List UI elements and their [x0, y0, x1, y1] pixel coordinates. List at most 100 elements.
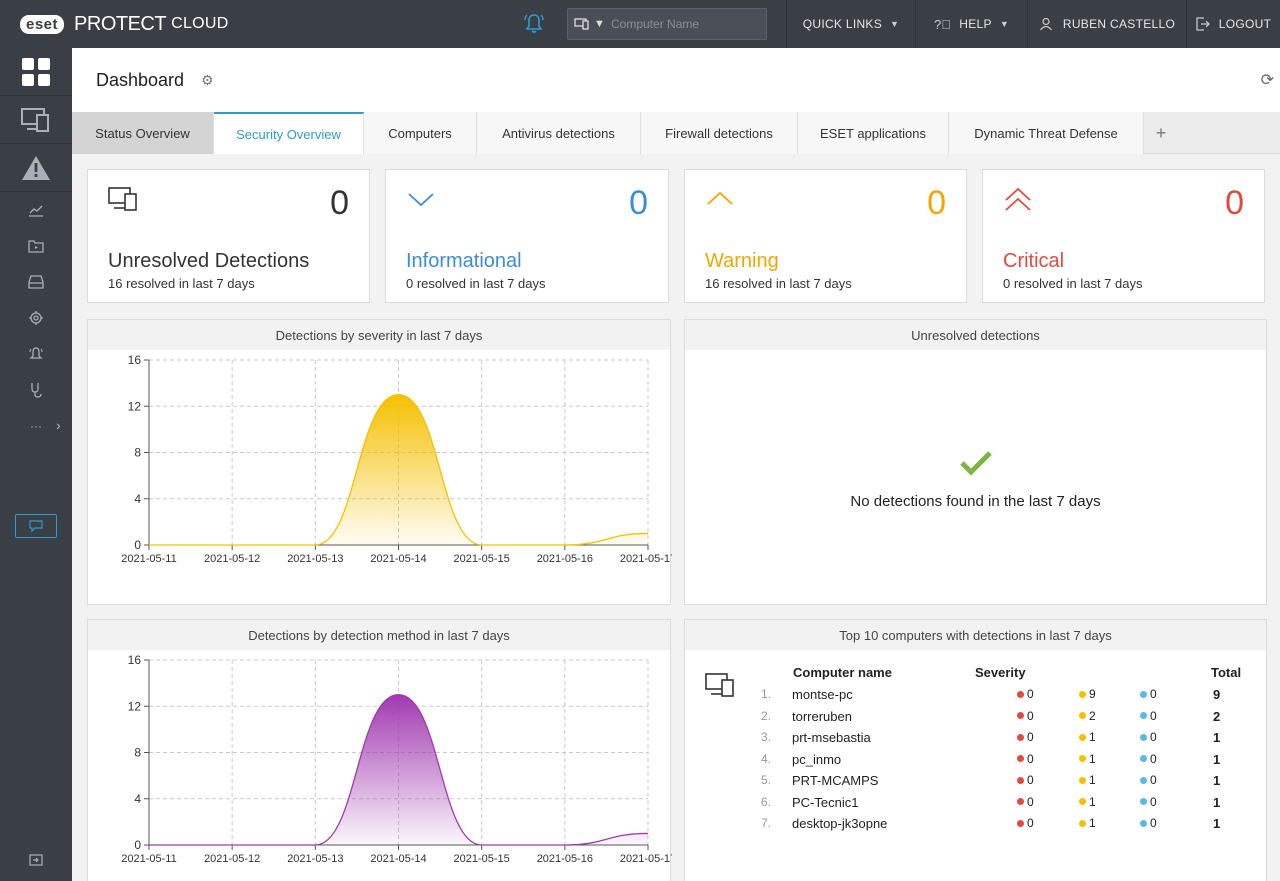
- kpi-informational[interactable]: 0 Informational 0 resolved in last 7 day…: [385, 169, 669, 303]
- tab-status-overview[interactable]: Status Overview: [72, 112, 214, 154]
- table-row[interactable]: 5. PRT-MCAMPS 0 1 0 1: [685, 773, 1266, 794]
- checkmark-icon: [959, 451, 992, 476]
- dashboard-tabs: Status Overview Security Overview Comput…: [72, 112, 1280, 154]
- tab-firewall-detections[interactable]: Firewall detections: [641, 112, 798, 154]
- tab-dynamic-threat-defense[interactable]: Dynamic Threat Defense: [949, 112, 1144, 154]
- chevron-up-icon: [707, 191, 733, 205]
- kpi-label: Unresolved Detections: [108, 250, 310, 272]
- table-row[interactable]: 1. montse-pc 0 9 0 9: [685, 687, 1266, 708]
- chevron-right-icon: ›: [56, 417, 61, 433]
- collapse-icon: [29, 854, 43, 866]
- severity-count: 0: [1150, 794, 1157, 809]
- row-number: 6.: [761, 794, 772, 809]
- x-tick-label: 2021-05-13: [287, 853, 343, 865]
- computer-icon: [574, 18, 589, 30]
- x-tick-label: 2021-05-15: [454, 553, 510, 565]
- severity-dot-icon: [1140, 755, 1147, 762]
- y-tick-label: 12: [128, 399, 142, 413]
- no-detections-message: No detections found in the last 7 days: [850, 493, 1101, 510]
- kpi-subtext: 16 resolved in last 7 days: [705, 276, 852, 291]
- severity-chart[interactable]: 0 4 8 12 16 2021-05-11 2021-05-12 2021-05-13 202…: [88, 350, 672, 604]
- panel-title: Detections by detection method in last 7…: [88, 620, 670, 650]
- row-number: 7.: [761, 816, 772, 830]
- severity-count: 0: [1027, 773, 1034, 787]
- warning-count: 9: [1079, 687, 1096, 701]
- tab-security-overview[interactable]: Security Overview: [214, 112, 364, 154]
- x-tick-label: 2021-05-15: [454, 853, 510, 865]
- table-row[interactable]: 4. pc_inmo 0 1 0 1: [685, 752, 1266, 773]
- kpi-value: 0: [629, 184, 648, 222]
- refresh-icon[interactable]: ⟳: [1261, 70, 1274, 90]
- kpi-label: Critical: [1003, 250, 1065, 272]
- sidebar-item-notifications[interactable]: [0, 336, 72, 372]
- table-row[interactable]: 3. prt-msebastia 0 1 0 1: [685, 730, 1266, 751]
- x-tick-label: 2021-05-12: [204, 853, 260, 865]
- severity-dot-icon: [1017, 798, 1024, 805]
- tab-eset-applications[interactable]: ESET applications: [798, 112, 949, 154]
- notifications-icon: [29, 347, 43, 359]
- row-total: 2: [1213, 708, 1221, 724]
- logout-button[interactable]: LOGOUT: [1186, 0, 1280, 48]
- quick-links-menu[interactable]: QUICK LINKS ▼: [786, 0, 915, 48]
- column-header-severity[interactable]: Severity: [975, 665, 1026, 680]
- x-tick-label: 2021-05-11: [121, 853, 176, 865]
- eset-logo[interactable]: eset PROTECT CLOUD: [20, 12, 229, 36]
- table-row[interactable]: 7. desktop-jk3opne 0 1 0 1: [685, 816, 1266, 837]
- tab-antivirus-detections[interactable]: Antivirus detections: [477, 112, 641, 154]
- search-input[interactable]: [611, 10, 766, 38]
- gear-icon[interactable]: ⚙: [201, 72, 214, 89]
- sidebar-item-tasks[interactable]: [0, 228, 72, 264]
- no-detections-state: No detections found in the last 7 days: [685, 450, 1266, 510]
- row-number: 3.: [761, 730, 772, 744]
- dashboard-icon: [22, 58, 50, 86]
- column-header-name[interactable]: Computer name: [793, 665, 892, 680]
- sidebar-item-status-overview[interactable]: [0, 372, 72, 408]
- severity-dot-icon: [1079, 776, 1086, 784]
- table-row[interactable]: 2. torreruben 0 2 0 2: [685, 709, 1266, 730]
- row-total: 1: [1213, 816, 1221, 831]
- y-tick-label: 8: [134, 446, 141, 460]
- sidebar-item-policies[interactable]: [0, 300, 72, 336]
- critical-count: 0: [1017, 709, 1034, 723]
- chat-icon: [29, 520, 43, 532]
- x-tick-label: 2021-05-14: [370, 853, 426, 865]
- y-tick-label: 0: [134, 538, 141, 552]
- severity-dot-icon: [1079, 798, 1086, 805]
- sidebar-item-dashboard[interactable]: [0, 48, 72, 96]
- sidebar-collapse-button[interactable]: [0, 848, 72, 872]
- method-chart-panel: Detections by detection method in last 7…: [87, 619, 672, 881]
- chevron-down-icon: ▼: [999, 19, 1010, 29]
- sidebar-item-detections[interactable]: [0, 144, 72, 192]
- x-tick-label: 2021-05-17: [620, 853, 672, 865]
- search-type-dropdown[interactable]: ▼: [568, 9, 611, 39]
- table-row[interactable]: 6. PC-Tecnic1 0 1 0 1: [685, 795, 1266, 816]
- y-tick-label: 4: [134, 492, 141, 506]
- severity-dot-icon: [1017, 755, 1024, 762]
- kpi-warning[interactable]: 0 Warning 16 resolved in last 7 days: [684, 169, 967, 303]
- top-bar: eset PROTECT CLOUD ▼ QUICK LINKS ▼ ?⃝ HE…: [0, 0, 1280, 48]
- severity-count: 9: [1089, 687, 1096, 701]
- help-menu[interactable]: ?⃝ HELP ▼: [915, 0, 1027, 48]
- row-number: 2.: [761, 708, 772, 723]
- method-chart[interactable]: 0 4 8 12 16 2021-05-11 2021-05-12 2021-05-13 202…: [88, 650, 672, 881]
- sidebar-item-reports[interactable]: [0, 192, 72, 228]
- add-tab-button[interactable]: +: [1144, 112, 1178, 154]
- kpi-critical[interactable]: 0 Critical 0 resolved in last 7 days: [982, 169, 1265, 303]
- user-menu[interactable]: RUBEN CASTELLO: [1027, 0, 1186, 48]
- sidebar: ··· ›: [0, 48, 72, 881]
- column-header-total[interactable]: Total: [1211, 665, 1241, 680]
- sidebar-item-installers[interactable]: [0, 264, 72, 300]
- sidebar-item-more[interactable]: ··· ›: [0, 408, 72, 444]
- feedback-button[interactable]: [15, 514, 57, 538]
- severity-count: 0: [1150, 730, 1157, 744]
- severity-dot-icon: [1079, 690, 1086, 698]
- y-tick-label: 12: [128, 699, 142, 713]
- quick-links-label: QUICK LINKS: [802, 17, 883, 31]
- kpi-unresolved[interactable]: 0 Unresolved Detections 16 resolved in l…: [87, 169, 370, 303]
- tab-computers[interactable]: Computers: [364, 112, 477, 154]
- severity-dot-icon: [1079, 712, 1086, 719]
- bell-icon[interactable]: [522, 12, 546, 36]
- sidebar-item-computers[interactable]: [0, 96, 72, 144]
- page-title: Dashboard: [96, 70, 185, 90]
- x-tick-label: 2021-05-12: [204, 553, 260, 565]
